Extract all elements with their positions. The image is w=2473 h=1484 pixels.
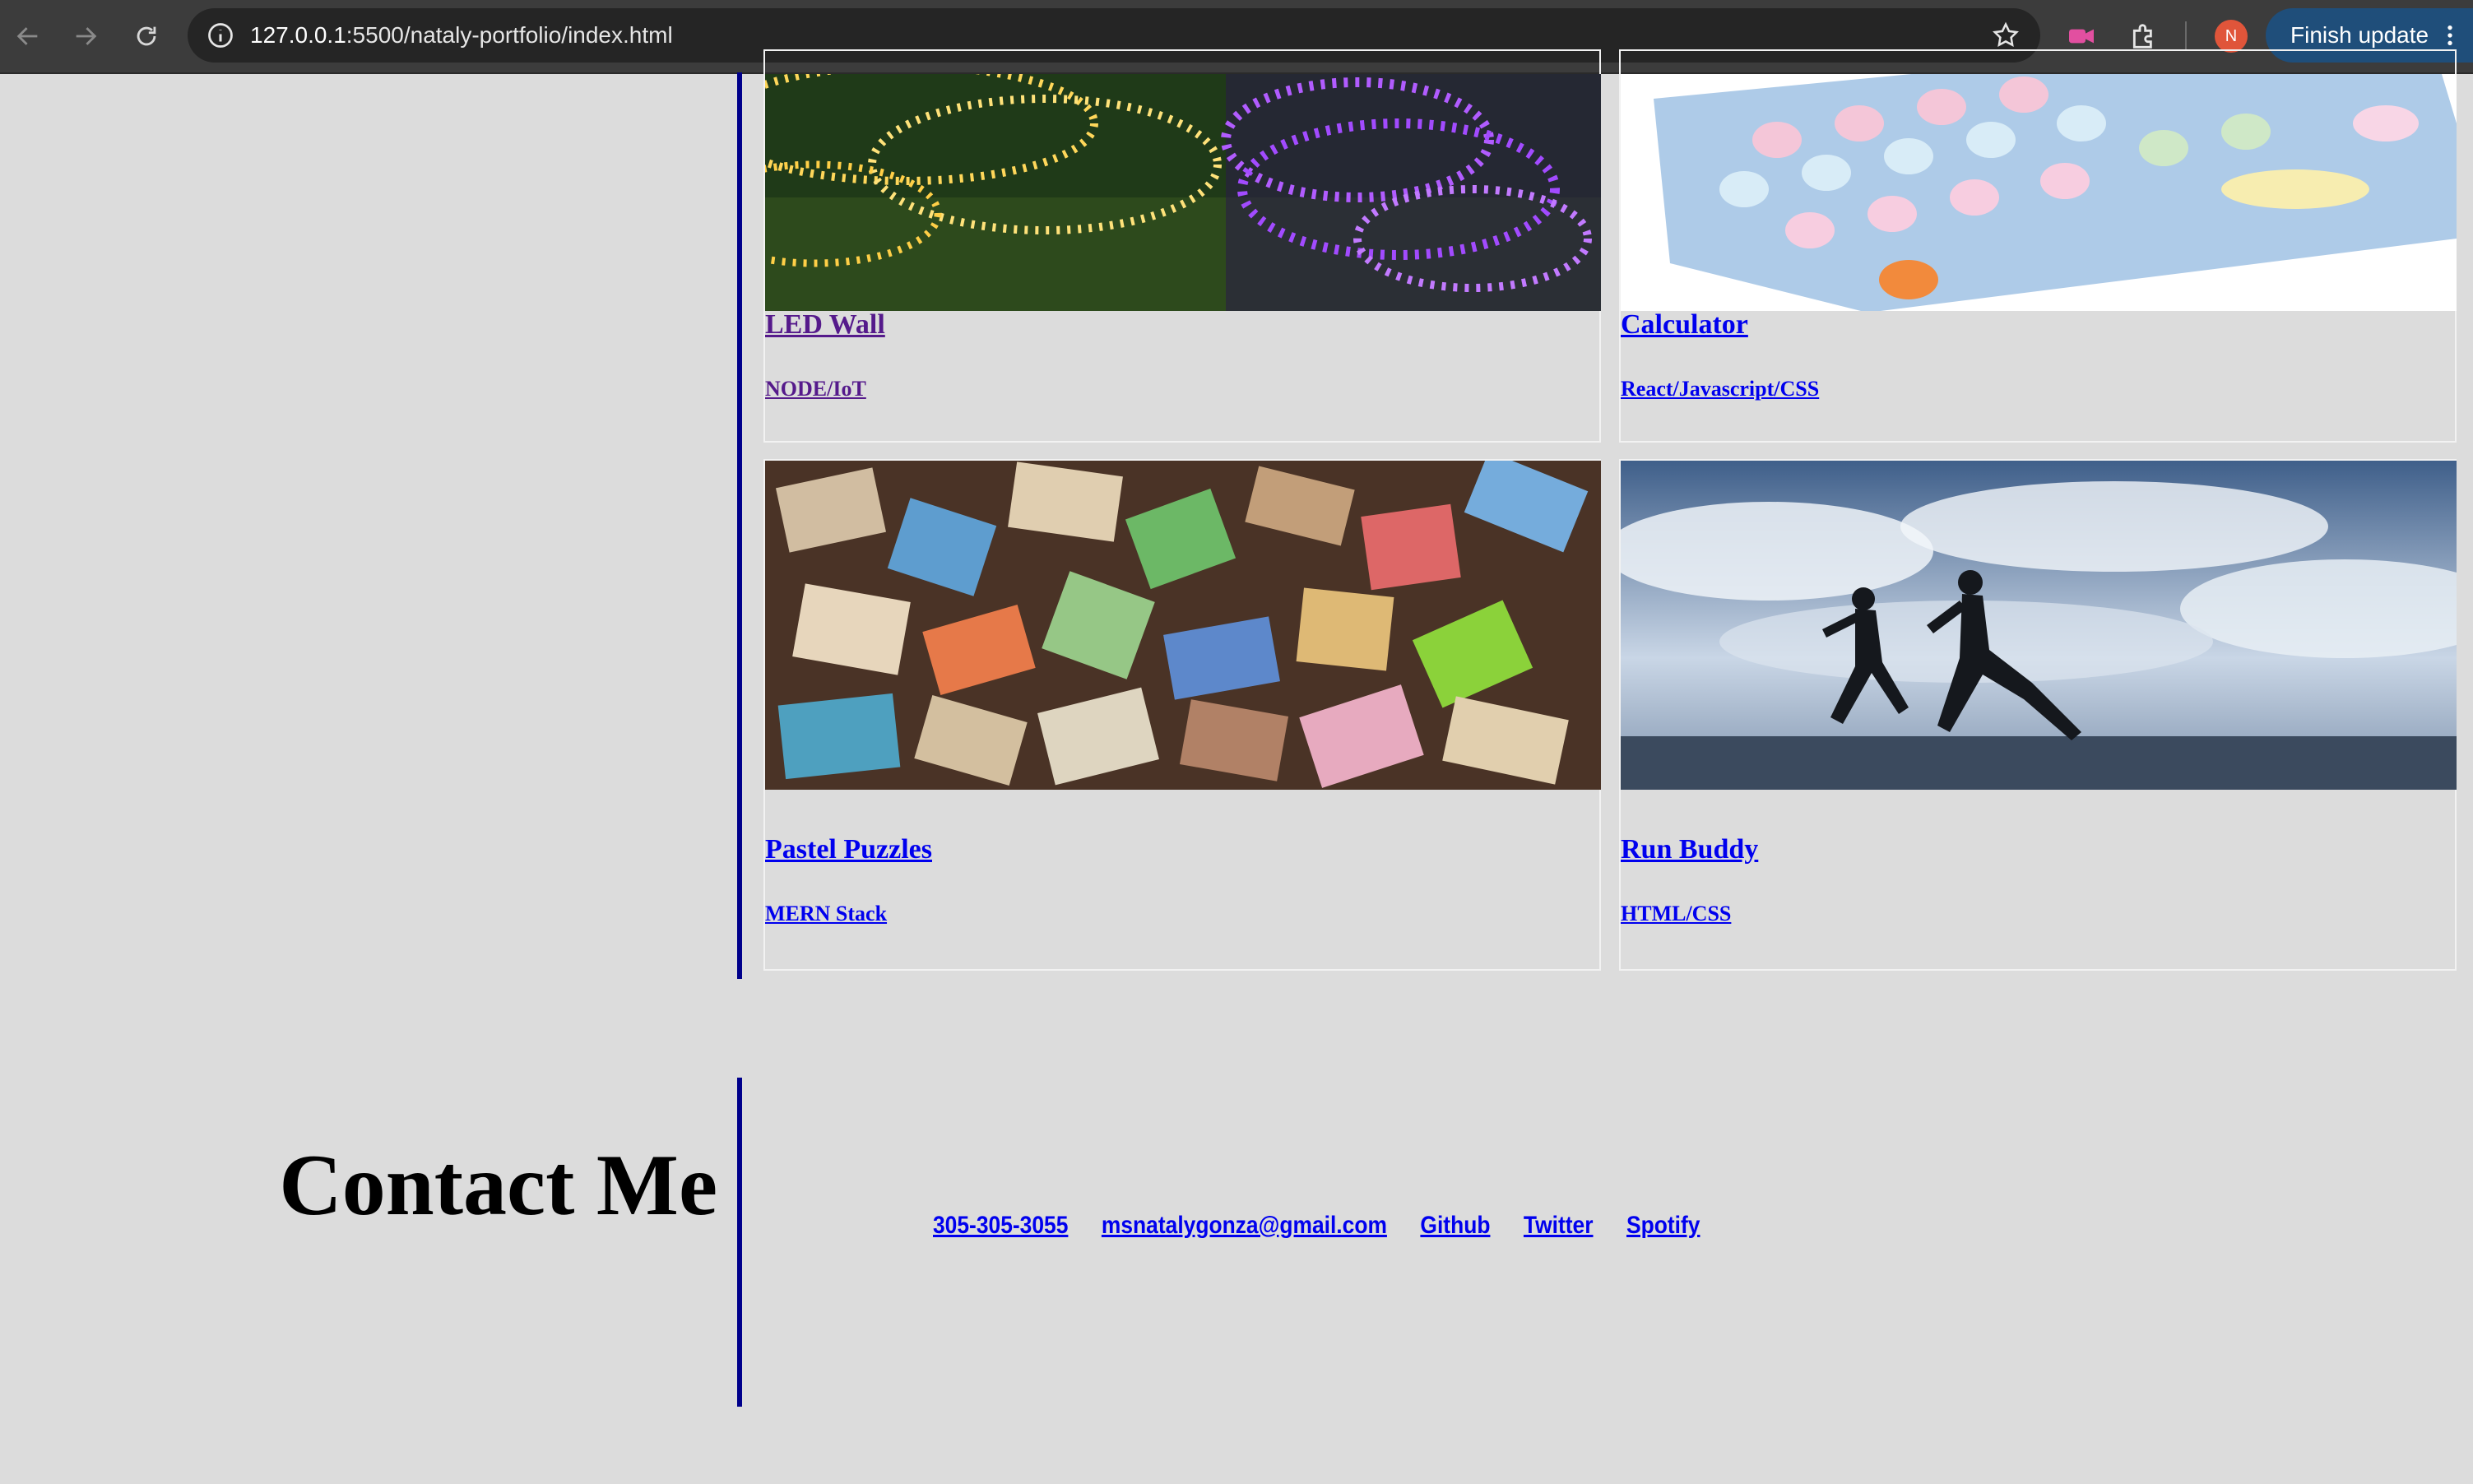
- github-link[interactable]: Github: [1420, 1212, 1490, 1240]
- project-card-led-wall: LED Wall NODE/IoT: [763, 49, 1601, 443]
- project-tags-link[interactable]: NODE/IoT: [765, 377, 866, 401]
- contact-section-divider: [737, 1078, 742, 1407]
- profile-avatar[interactable]: N: [2215, 20, 2248, 53]
- reload-icon[interactable]: [123, 13, 169, 59]
- led-wall-illustration: [765, 74, 1601, 311]
- project-card-pastel-puzzles: Pastel Puzzles MERN Stack: [763, 459, 1601, 971]
- project-title-link[interactable]: Pastel Puzzles: [765, 834, 932, 865]
- twitter-link[interactable]: Twitter: [1524, 1212, 1594, 1240]
- email-link[interactable]: msnatalygonza@gmail.com: [1102, 1212, 1387, 1240]
- project-tags-link[interactable]: React/Javascript/CSS: [1621, 377, 1819, 401]
- menu-dots-icon[interactable]: [2437, 22, 2463, 49]
- puzzle-extensions-icon[interactable]: [2127, 20, 2160, 53]
- calculator-image[interactable]: [1621, 74, 2457, 311]
- work-section-divider: [737, 72, 742, 979]
- puzzle-pieces-illustration: [765, 461, 1601, 790]
- back-arrow-icon[interactable]: [5, 13, 51, 59]
- forward-arrow-icon[interactable]: [63, 13, 109, 59]
- project-title-link[interactable]: LED Wall: [765, 309, 885, 341]
- led-wall-image[interactable]: [765, 74, 1601, 311]
- contact-links: 305-305-3055 msnatalygonza@gmail.com Git…: [933, 1208, 1700, 1244]
- project-tags-link[interactable]: HTML/CSS: [1621, 902, 1731, 926]
- url-host: 127.0.0.1: [250, 22, 346, 48]
- project-tags-link[interactable]: MERN Stack: [765, 902, 887, 926]
- phone-link[interactable]: 305-305-3055: [933, 1212, 1068, 1240]
- run-buddy-image[interactable]: [1621, 461, 2457, 790]
- spotify-link[interactable]: Spotify: [1626, 1212, 1700, 1240]
- url-text[interactable]: 127.0.0.1:5500/nataly-portfolio/index.ht…: [250, 8, 673, 63]
- pastel-puzzles-image[interactable]: [765, 461, 1601, 790]
- bookmark-star-icon[interactable]: [1991, 21, 2021, 50]
- project-card-run-buddy: Run Buddy HTML/CSS: [1619, 459, 2457, 971]
- runners-illustration: [1621, 461, 2457, 790]
- project-title-link[interactable]: Run Buddy: [1621, 834, 1758, 865]
- calculator-illustration: [1621, 74, 2457, 311]
- extension-camera-icon[interactable]: [2065, 20, 2098, 53]
- contact-heading: Contact Me: [279, 1137, 717, 1233]
- toolbar-divider: [2185, 21, 2187, 51]
- project-card-calculator: Calculator React/Javascript/CSS: [1619, 49, 2457, 443]
- project-title-link[interactable]: Calculator: [1621, 309, 1748, 341]
- site-info-icon[interactable]: [206, 21, 235, 50]
- url-path: :5500/nataly-portfolio/index.html: [346, 22, 673, 48]
